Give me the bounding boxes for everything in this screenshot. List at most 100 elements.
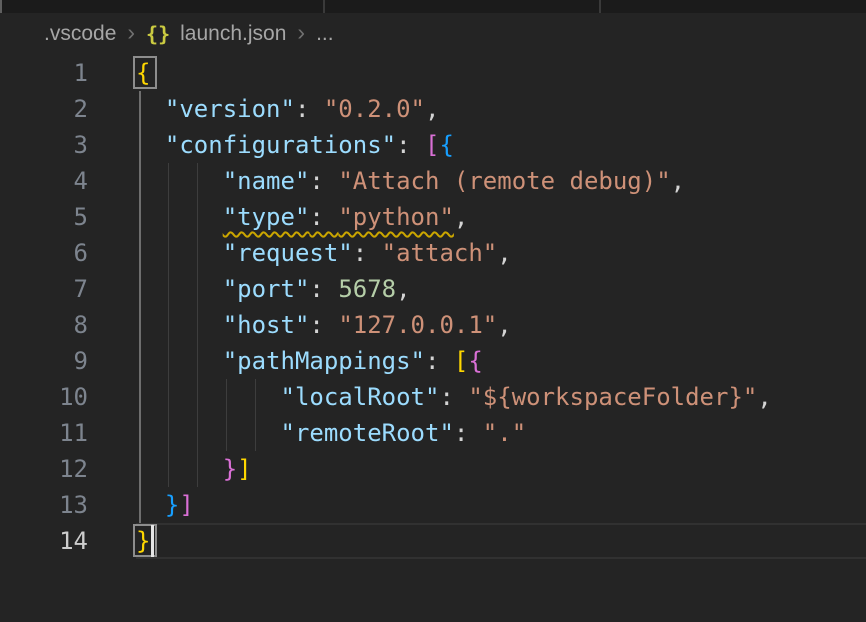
line-number[interactable]: 1 — [0, 55, 88, 91]
code-token: , — [497, 311, 511, 339]
code-line[interactable]: 11 "remoteRoot": "." — [0, 415, 866, 451]
code-token — [136, 275, 223, 303]
code-token: } — [136, 527, 150, 555]
line-number[interactable]: 8 — [0, 307, 88, 343]
code-text: "remoteRoot": "." — [88, 415, 526, 451]
code-token — [136, 491, 165, 519]
code-token — [136, 419, 281, 447]
code-text: }] — [88, 451, 252, 487]
code-text: "pathMappings": [{ — [88, 343, 483, 379]
code-token: { — [468, 347, 482, 375]
code-text: "host": "127.0.0.1", — [88, 307, 512, 343]
vscode-window: .vscode › {} launch.json › ... 1{2 "vers… — [0, 0, 866, 622]
code-text: "name": "Attach (remote debug)", — [88, 163, 685, 199]
line-number[interactable]: 6 — [0, 235, 88, 271]
code-token: "127.0.0.1" — [338, 311, 497, 339]
breadcrumb-item-file[interactable]: launch.json — [180, 22, 286, 46]
chevron-right-icon: › — [126, 21, 136, 47]
code-line[interactable]: 13 }] — [0, 487, 866, 523]
code-text: "localRoot": "${workspaceFolder}", — [88, 379, 772, 415]
code-token: { — [136, 59, 150, 87]
line-number[interactable]: 14 — [0, 523, 88, 559]
code-token — [136, 203, 223, 231]
line-number[interactable]: 11 — [0, 415, 88, 451]
code-token: , — [454, 203, 468, 231]
code-token: "host" — [223, 311, 310, 339]
line-number[interactable]: 13 — [0, 487, 88, 523]
code-token — [136, 95, 165, 123]
code-editor[interactable]: 1{2 "version": "0.2.0",3 "configurations… — [0, 55, 866, 622]
line-number[interactable]: 10 — [0, 379, 88, 415]
code-line[interactable]: 9 "pathMappings": [{ — [0, 343, 866, 379]
code-token: "request" — [223, 239, 353, 267]
chevron-right-icon: › — [296, 21, 306, 47]
code-token: [ — [454, 347, 468, 375]
code-token: "attach" — [382, 239, 498, 267]
code-token: ] — [237, 455, 251, 483]
code-line[interactable]: 4 "name": "Attach (remote debug)", — [0, 163, 866, 199]
code-token: , — [497, 239, 511, 267]
code-text: "type": "python", — [88, 199, 468, 235]
code-token: , — [396, 275, 410, 303]
code-token — [136, 455, 223, 483]
code-token: "." — [483, 419, 526, 447]
code-text: }] — [88, 487, 194, 523]
code-token: [ — [425, 131, 439, 159]
code-token: : — [425, 347, 454, 375]
code-token: 5678 — [338, 275, 396, 303]
line-number[interactable]: 7 — [0, 271, 88, 307]
code-token: : — [353, 239, 382, 267]
code-token: : — [309, 167, 338, 195]
code-line[interactable]: 10 "localRoot": "${workspaceFolder}", — [0, 379, 866, 415]
code-token: : — [439, 383, 468, 411]
code-token: "localRoot" — [281, 383, 440, 411]
line-number[interactable]: 5 — [0, 199, 88, 235]
code-token — [136, 383, 281, 411]
code-text: { — [88, 55, 150, 91]
code-token: : — [309, 275, 338, 303]
code-token — [136, 167, 223, 195]
line-number[interactable]: 9 — [0, 343, 88, 379]
code-line[interactable]: 14} — [0, 523, 866, 559]
code-token: : — [309, 311, 338, 339]
code-line[interactable]: 8 "host": "127.0.0.1", — [0, 307, 866, 343]
code-token: "Attach (remote debug)" — [338, 167, 670, 195]
code-token: "remoteRoot" — [281, 419, 454, 447]
code-token: "configurations" — [165, 131, 396, 159]
code-token: } — [223, 455, 237, 483]
code-token: } — [165, 491, 179, 519]
tab-divider — [323, 0, 325, 13]
line-number[interactable]: 4 — [0, 163, 88, 199]
code-token: "0.2.0" — [324, 95, 425, 123]
code-line[interactable]: 6 "request": "attach", — [0, 235, 866, 271]
code-line[interactable]: 1{ — [0, 55, 866, 91]
code-text: "request": "attach", — [88, 235, 512, 271]
code-token: "type" — [223, 203, 310, 231]
line-number[interactable]: 12 — [0, 451, 88, 487]
code-token — [136, 239, 223, 267]
code-token — [136, 311, 223, 339]
code-token: "python" — [338, 203, 454, 231]
line-number[interactable]: 2 — [0, 91, 88, 127]
code-text: "version": "0.2.0", — [88, 91, 439, 127]
line-number[interactable]: 3 — [0, 127, 88, 163]
code-text: "port": 5678, — [88, 271, 411, 307]
breadcrumb-item-symbol[interactable]: ... — [316, 22, 334, 46]
code-line[interactable]: 5 "type": "python", — [0, 199, 866, 235]
code-token: "version" — [165, 95, 295, 123]
code-token: : — [295, 95, 324, 123]
code-token: "pathMappings" — [223, 347, 425, 375]
code-token: "${workspaceFolder}" — [468, 383, 757, 411]
code-line[interactable]: 2 "version": "0.2.0", — [0, 91, 866, 127]
code-token: : — [454, 419, 483, 447]
code-token: : — [309, 203, 338, 231]
code-token: "name" — [223, 167, 310, 195]
code-token: : — [396, 131, 425, 159]
code-line[interactable]: 7 "port": 5678, — [0, 271, 866, 307]
code-token — [136, 131, 165, 159]
tab-divider — [599, 0, 601, 13]
json-file-icon: {} — [146, 22, 170, 46]
code-line[interactable]: 3 "configurations": [{ — [0, 127, 866, 163]
breadcrumb-item-folder[interactable]: .vscode — [44, 22, 116, 46]
code-line[interactable]: 12 }] — [0, 451, 866, 487]
